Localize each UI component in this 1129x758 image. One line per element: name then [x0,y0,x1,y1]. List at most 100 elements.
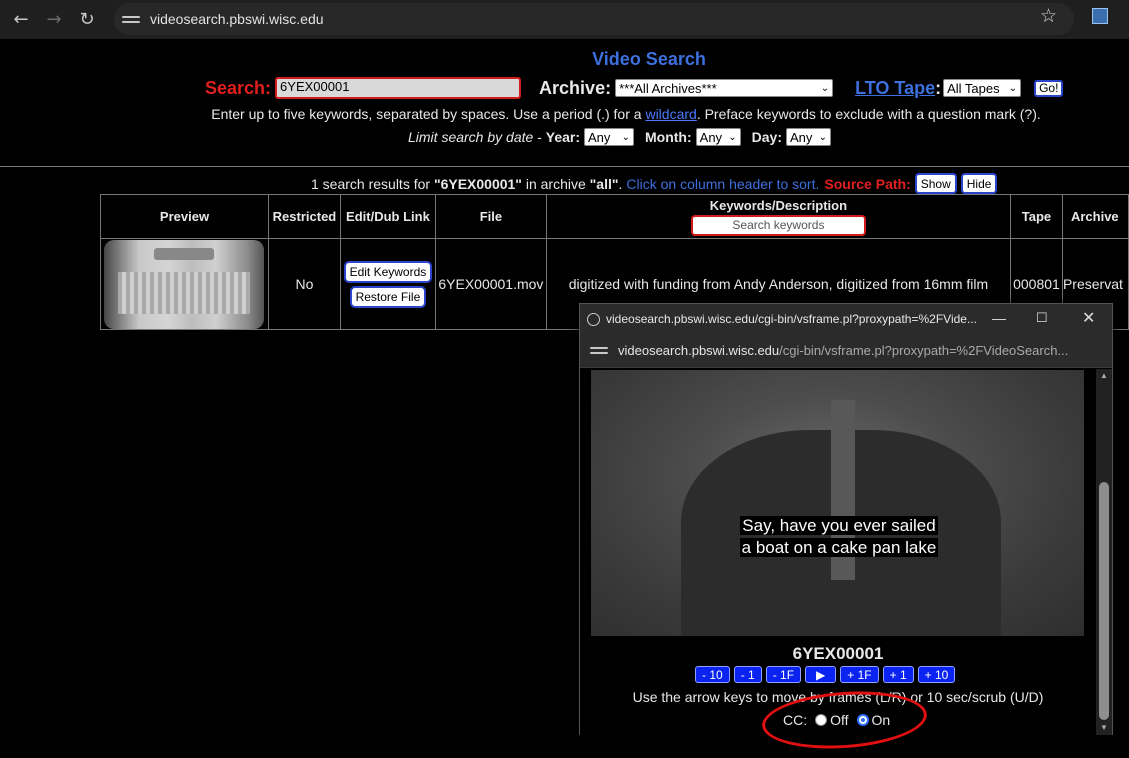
back-arrow-icon[interactable]: ← [9,8,33,32]
divider [0,166,1129,167]
month-label: Month: [645,129,692,145]
results-end: . [618,175,623,192]
minimize-icon[interactable]: — [992,310,1006,326]
lto-tape-link[interactable]: LTO Tape [855,78,935,99]
go-button[interactable]: Go! [1034,79,1064,97]
date-limit-row: Limit search by date - Year: Any ⌄ Month:… [408,128,832,146]
scroll-down-icon[interactable]: ▼ [1100,723,1108,732]
forward-arrow-icon[interactable]: → [42,8,66,32]
popup-address-bar[interactable]: videosearch.pbswi.wisc.edu/cgi-bin/vsfra… [580,334,1112,368]
playback-controls: - 10 - 1 - 1F ▶ + 1F + 1 + 10 [695,666,956,683]
search-row: Search: 6YEX00001 Archive: ***All Archiv… [205,77,1064,99]
day-select-value: Any [790,129,813,145]
extension-icon[interactable] [1092,8,1108,24]
forward-1-button[interactable]: + 1 [882,666,914,683]
help-text-start: Enter up to five keywords, separated by … [211,106,646,122]
chevron-down-icon: ⌄ [1008,82,1018,94]
caption-line-2: a boat on a cake pan lake [739,538,939,557]
chevron-down-icon: ⌄ [621,131,630,143]
year-label: Year: [545,129,580,145]
show-button[interactable]: Show [914,173,957,194]
header-restricted[interactable]: Restricted [267,194,341,239]
search-help-text: Enter up to five keywords, separated by … [0,106,1129,122]
lto-tape-select[interactable]: All Tapes ⌄ [943,79,1022,97]
browser-toolbar: ← → ↻ videosearch.pbswi.wisc.edu ☆ [0,0,1129,39]
restricted-cell: No [267,238,341,330]
edit-keywords-button[interactable]: Edit Keywords [343,260,433,283]
chevron-down-icon: ⌄ [728,131,737,143]
globe-icon [587,312,600,326]
popup-title: videosearch.pbswi.wisc.edu/cgi-bin/vsfra… [606,312,977,326]
year-select-value: Any [588,129,611,145]
forward-10-button[interactable]: + 10 [917,666,956,683]
search-label: Search: [205,77,272,98]
header-edit-dub[interactable]: Edit/Dub Link [339,194,436,239]
restore-file-button[interactable]: Restore File [349,285,427,308]
header-preview[interactable]: Preview [100,194,269,239]
header-tape[interactable]: Tape [1009,194,1063,239]
keyword-search-input[interactable]: Search keywords [690,214,866,236]
popup-url-host: videosearch.pbswi.wisc.edu [618,343,780,358]
site-settings-icon[interactable] [590,342,608,360]
results-prefix: 1 search results for [311,175,434,192]
page-title: Video Search [592,49,706,69]
video-id: 6YEX00001 [792,644,884,663]
video-player[interactable]: Say, have you ever sailed a boat on a ca… [591,370,1084,636]
back-1-button[interactable]: - 1 [733,666,762,683]
hide-button[interactable]: Hide [960,173,998,194]
file-cell: 6YEX00001.mov [434,238,547,330]
wildcard-link[interactable]: wildcard [645,106,696,122]
day-select[interactable]: Any ⌄ [786,128,832,146]
sort-hint: Click on column header to sort. [626,175,820,192]
back-10-button[interactable]: - 10 [695,666,730,683]
search-input[interactable]: 6YEX00001 [275,77,522,99]
chevron-down-icon: ⌄ [820,82,830,94]
maximize-icon[interactable]: ☐ [1036,310,1048,326]
limit-dash: - [533,129,546,145]
archive-select[interactable]: ***All Archives*** ⌄ [615,79,834,97]
video-popup-window: videosearch.pbswi.wisc.edu/cgi-bin/vsfra… [579,303,1113,735]
source-path-label: Source Path: [824,175,911,192]
header-archive[interactable]: Archive [1061,194,1129,239]
help-text-end: . Preface keywords to exclude with a que… [696,106,1041,122]
popup-body: Say, have you ever sailed a boat on a ca… [580,369,1112,735]
edit-cell: Edit Keywords Restore File [339,238,436,330]
popup-title-bar: videosearch.pbswi.wisc.edu/cgi-bin/vsfra… [580,304,1112,334]
back-frame-button[interactable]: - 1F [765,666,802,683]
header-keywords[interactable]: Keywords/Description Search keywords [545,194,1011,239]
archive-label: Archive: [539,77,612,98]
results-query: "6YEX00001" [433,175,522,192]
results-summary: 1 search results for "6YEX00001" in arch… [311,173,998,194]
month-select-value: Any [699,129,723,145]
site-settings-icon[interactable] [122,10,140,28]
archive-select-value: ***All Archives*** [619,80,717,96]
day-label: Day: [751,129,783,145]
chevron-down-icon: ⌄ [818,131,828,143]
caption-line-1: Say, have you ever sailed [740,516,938,535]
lto-tape-select-value: All Tapes [947,80,1000,96]
limit-label: Limit search by date [408,129,534,145]
close-icon[interactable]: ✕ [1082,308,1095,328]
closed-caption: Say, have you ever sailed a boat on a ca… [729,515,949,559]
reload-icon[interactable]: ↻ [75,8,99,32]
bookmark-star-icon[interactable]: ☆ [1040,5,1057,27]
play-button[interactable]: ▶ [805,666,837,683]
preview-cell [100,238,269,330]
forward-frame-button[interactable]: + 1F [840,666,879,683]
preview-thumbnail[interactable] [104,239,265,329]
address-bar[interactable]: videosearch.pbswi.wisc.edu [114,3,1074,35]
results-archive: "all" [589,175,619,192]
results-mid: in archive [521,175,590,192]
header-keywords-label[interactable]: Keywords/Description [710,198,847,213]
address-url[interactable]: videosearch.pbswi.wisc.edu [150,11,324,27]
scroll-up-icon[interactable]: ▲ [1100,371,1108,380]
popup-scrollbar[interactable]: ▲ ▼ [1096,369,1112,735]
year-select[interactable]: Any ⌄ [584,128,634,146]
header-file[interactable]: File [434,194,547,239]
table-header-row: Preview Restricted Edit/Dub Link File Ke… [100,194,1129,239]
popup-url-path: /cgi-bin/vsframe.pl?proxypath=%2FVideoSe… [779,343,1069,358]
popup-url[interactable]: videosearch.pbswi.wisc.edu/cgi-bin/vsfra… [618,343,1068,358]
scroll-thumb[interactable] [1099,482,1109,720]
lto-colon: : [935,77,942,98]
month-select[interactable]: Any ⌄ [695,128,741,146]
